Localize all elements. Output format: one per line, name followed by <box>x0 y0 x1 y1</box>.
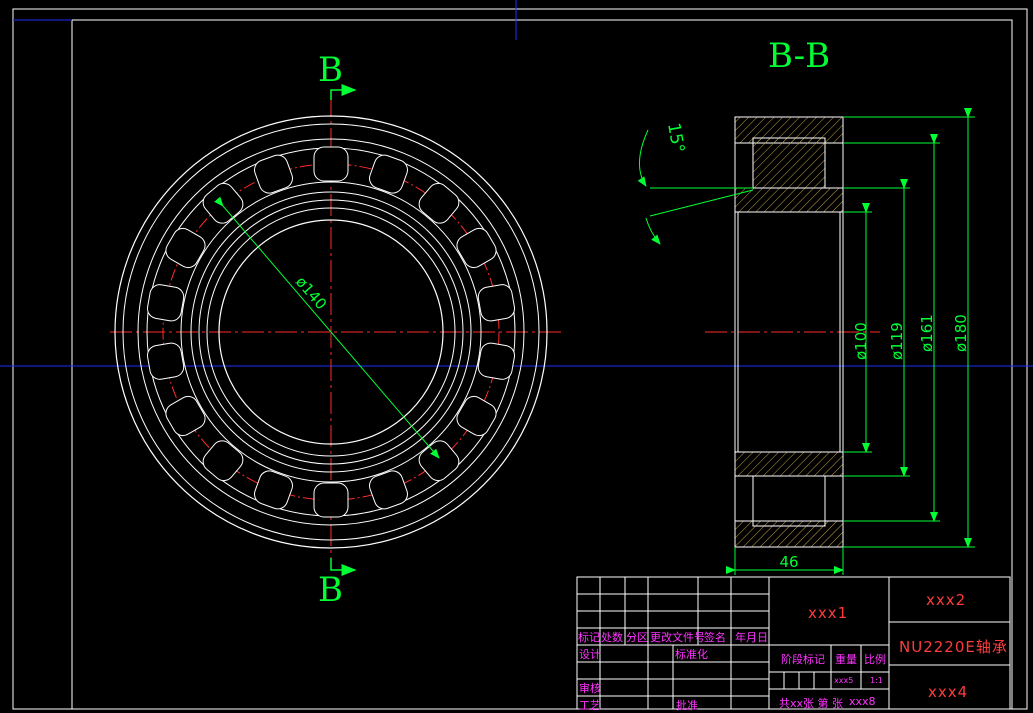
angle-arc-upper <box>637 129 649 187</box>
title-field-8: xxx8 <box>849 695 876 708</box>
outside-dimension-label: ø180 <box>952 314 970 352</box>
roller <box>165 395 206 437</box>
header-label-count: 处数 <box>601 631 623 644</box>
angle-arc-lower <box>645 217 661 245</box>
angle-dimension-label: 15° <box>663 121 688 154</box>
part-name: NU2220E轴承 <box>899 638 1008 656</box>
label-standardize: 标准化 <box>675 648 708 661</box>
roller <box>477 284 516 322</box>
header-label-change-doc: 更改文件号 <box>650 631 705 644</box>
roller <box>146 342 185 380</box>
roller <box>369 470 408 510</box>
scale-value: 1:1 <box>870 676 883 685</box>
header-label-sign: 签名 <box>704 631 726 644</box>
roller <box>254 470 293 510</box>
roller <box>146 284 185 322</box>
label-review: 审核 <box>579 682 601 695</box>
roller <box>313 146 349 182</box>
bearing-section-view: ø100 ø119 ø161 ø180 46 15° <box>637 108 975 575</box>
roller <box>313 482 349 518</box>
label-stage-mark: 阶段标记 <box>781 653 825 666</box>
cad-drawing-canvas: ø140 ø100 ø119 ø161 ø180 46 15° <box>0 0 1033 710</box>
section-cut-bottom <box>330 558 357 576</box>
bore-dimension-label: ø100 <box>852 322 870 360</box>
section-cut-top <box>330 84 357 100</box>
title-field-2: xxx2 <box>926 591 967 609</box>
title-field-5: xxx5 <box>834 676 854 685</box>
label-scale: 比例 <box>864 653 886 666</box>
section-mark-top: B <box>318 50 343 90</box>
roller <box>254 154 293 194</box>
label-design: 设计 <box>579 648 601 661</box>
roller <box>477 342 516 380</box>
label-process: 工艺 <box>579 699 601 712</box>
header-label-zone: 分区 <box>626 631 648 644</box>
header-label-date: 年月日 <box>735 631 768 644</box>
title-field-4: xxx4 <box>928 683 969 701</box>
roller <box>456 227 497 269</box>
section-mark-bottom: B <box>318 570 343 610</box>
sheet-count: 共xx张 第 张 <box>779 697 844 710</box>
section-title: B-B <box>768 36 831 76</box>
roller <box>418 182 460 224</box>
roller <box>456 395 497 437</box>
roller <box>165 227 206 269</box>
header-label-mark: 标记 <box>578 631 600 644</box>
label-weight: 重量 <box>835 653 857 666</box>
label-approve: 批准 <box>676 699 698 712</box>
bearing-front-view: ø140 <box>110 84 565 576</box>
title-field-1: xxx1 <box>808 604 849 622</box>
roller <box>369 154 408 194</box>
outer-race-dimension-label: ø161 <box>918 314 936 352</box>
inner-race-dimension-label: ø119 <box>888 322 906 360</box>
width-dimension-label: 46 <box>779 553 798 571</box>
